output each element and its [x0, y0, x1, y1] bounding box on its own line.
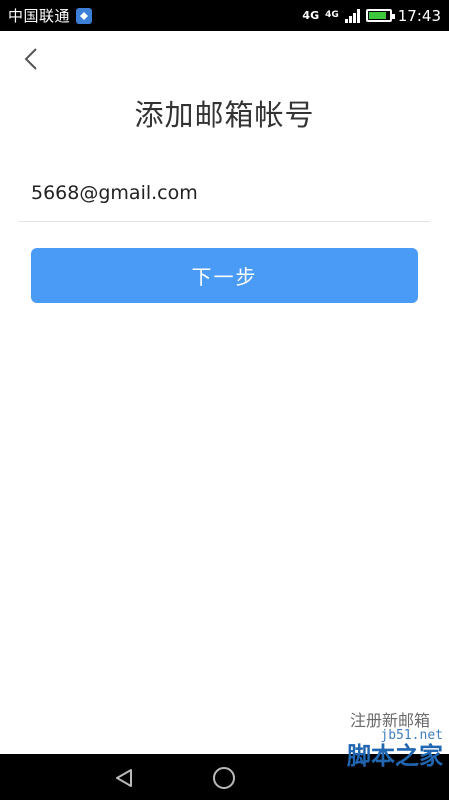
battery-level-fill [368, 12, 386, 19]
status-clock: 17:43 [397, 6, 441, 25]
notification-app-icon [76, 7, 93, 24]
watermark-name: 脚本之家 [347, 742, 443, 770]
email-field-container [19, 164, 430, 222]
watermark-site: jb51.net [380, 728, 443, 743]
nav-back-button[interactable] [111, 765, 137, 791]
status-left: 中国联通 [8, 5, 93, 26]
circle-home-icon [213, 767, 235, 789]
network-type-indicator-secondary: 4G [325, 10, 339, 20]
nav-home-button[interactable] [211, 765, 237, 791]
page-title: 添加邮箱帐号 [134, 98, 315, 132]
back-button[interactable] [16, 44, 46, 74]
chevron-left-icon [24, 48, 37, 70]
triangle-back-icon [116, 769, 132, 787]
watermark: jb51.net 脚本之家 [347, 728, 443, 769]
status-bar: 中国联通 4G 4G 17:43 [0, 0, 449, 31]
next-button-label: 下一步 [191, 265, 258, 289]
battery-icon [365, 9, 395, 22]
network-type-indicator: 4G [302, 9, 320, 22]
next-button[interactable]: 下一步 [31, 248, 418, 303]
carrier-name: 中国联通 [8, 7, 71, 25]
status-right: 4G 4G 17:43 [302, 7, 441, 25]
signal-strength-icon [344, 8, 360, 23]
email-input[interactable] [19, 181, 430, 204]
